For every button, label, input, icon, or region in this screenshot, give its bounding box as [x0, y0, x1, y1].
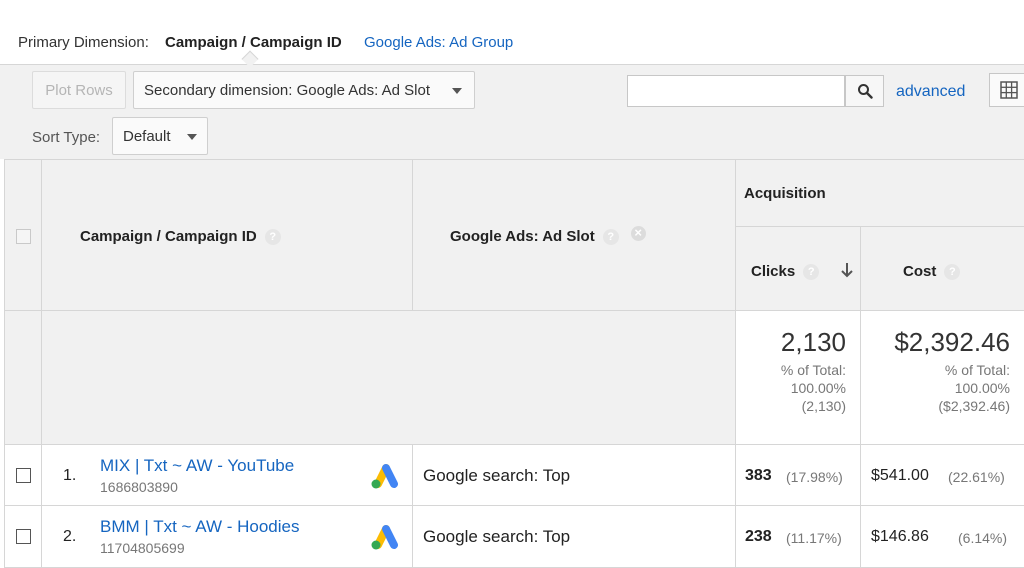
acquisition-group-header: Acquisition: [736, 159, 1024, 227]
help-icon[interactable]: ?: [602, 229, 619, 246]
cost-value: $146.86: [871, 528, 929, 545]
total-clicks-abs: (2,130): [801, 398, 846, 414]
row-number: 2.: [63, 528, 77, 545]
search-button[interactable]: [845, 75, 884, 107]
help-icon[interactable]: ?: [264, 229, 281, 246]
ad-slot-column-label: Google Ads: Ad Slot: [450, 228, 595, 245]
totals-label-cell: [42, 311, 736, 445]
totals-cost-cell: $2,392.46 % of Total: 100.00% ($2,392.46…: [861, 311, 1024, 445]
sort-down-arrow-icon[interactable]: [840, 262, 854, 278]
cost-pct: (22.61%): [948, 469, 1005, 485]
table-view-button[interactable]: [989, 73, 1024, 107]
total-cost-pct: 100.00%: [954, 380, 1010, 396]
plot-rows-button[interactable]: Plot Rows: [32, 71, 126, 109]
clicks-value: 383: [745, 467, 772, 484]
row-number: 1.: [63, 467, 77, 484]
clicks-value: 238: [745, 528, 772, 545]
campaign-link[interactable]: MIX | Txt ~ AW - YouTube: [100, 456, 294, 476]
table-row: 2. BMM | Txt ~ AW - Hoodies 11704805699: [42, 506, 413, 568]
total-clicks-value: 2,130: [780, 327, 846, 357]
header-clicks-cell: Clicks?: [736, 227, 861, 311]
header-cost-cell: Cost?: [861, 227, 1024, 311]
table-row: 1. MIX | Txt ~ AW - YouTube 1686803890: [42, 445, 413, 506]
help-icon[interactable]: ?: [944, 264, 961, 281]
total-clicks-summary: % of Total: 100.00% (2,130): [781, 361, 846, 415]
cost-column-label: Cost: [903, 263, 937, 280]
header-campaign-cell: Campaign / Campaign ID?: [42, 159, 413, 311]
ad-slot-cell: Google search: Top: [413, 506, 736, 568]
totals-clicks-cell: 2,130 % of Total: 100.00% (2,130): [736, 311, 861, 445]
primary-dimension-bar: Primary Dimension: Campaign / Campaign I…: [0, 0, 1024, 68]
total-cost-abs: ($2,392.46): [938, 398, 1010, 414]
cost-cell: $146.86 (6.14%): [861, 506, 1024, 568]
clicks-cell: 238 (11.17%): [736, 506, 861, 568]
row-checkbox[interactable]: [16, 529, 31, 544]
campaign-link[interactable]: BMM | Txt ~ AW - Hoodies: [100, 517, 300, 537]
campaign-column-header[interactable]: Campaign / Campaign ID?: [80, 228, 281, 246]
row-select-cell: [4, 445, 42, 506]
ad-slot-value: Google search: Top: [423, 466, 571, 485]
google-ads-logo-icon: [371, 464, 398, 489]
search-icon: [857, 84, 873, 99]
campaign-column-label: Campaign / Campaign ID: [80, 228, 257, 245]
primary-dimension-campaign[interactable]: Campaign / Campaign ID: [165, 34, 342, 51]
cost-pct: (6.14%): [958, 530, 1008, 546]
totals-select-cell: [4, 311, 42, 445]
table-grid-icon: [1000, 81, 1018, 99]
total-cost-value: $2,392.46: [894, 327, 1010, 357]
ad-slot-value: Google search: Top: [423, 527, 571, 546]
campaign-id: 1686803890: [100, 479, 178, 495]
total-clicks-pct: 100.00%: [790, 380, 846, 396]
total-cost-pct-label: % of Total:: [944, 362, 1010, 378]
total-cost-summary: % of Total: 100.00% ($2,392.46): [938, 361, 1010, 415]
campaign-id: 11704805699: [100, 540, 185, 556]
clicks-pct: (17.98%): [786, 469, 843, 485]
row-checkbox[interactable]: [16, 468, 31, 483]
search-input[interactable]: [627, 75, 845, 107]
cost-cell: $541.00 (22.61%): [861, 445, 1024, 506]
cost-column-header[interactable]: Cost?: [903, 263, 961, 281]
primary-dimension-label: Primary Dimension:: [18, 34, 149, 51]
sort-type-label: Sort Type:: [32, 129, 101, 146]
primary-dimension-ad-group-link[interactable]: Google Ads: Ad Group: [364, 34, 513, 51]
row-select-cell: [4, 506, 42, 568]
secondary-dimension-label: Secondary dimension: Google Ads: Ad Slot: [144, 81, 431, 99]
clicks-pct: (11.17%): [786, 530, 842, 546]
chevron-down-icon: [187, 134, 197, 140]
clicks-column-label: Clicks: [751, 263, 796, 280]
plot-rows-label: Plot Rows: [45, 81, 113, 99]
secondary-dimension-select[interactable]: Secondary dimension: Google Ads: Ad Slot: [133, 71, 475, 109]
sort-type-select[interactable]: Default: [112, 117, 208, 155]
acquisition-label: Acquisition: [744, 185, 826, 202]
chevron-down-icon: [452, 88, 462, 94]
cost-value: $541.00: [871, 467, 929, 484]
clicks-cell: 383 (17.98%): [736, 445, 861, 506]
remove-dimension-icon[interactable]: ×: [630, 225, 646, 241]
ad-slot-column-header[interactable]: Google Ads: Ad Slot? ×: [450, 225, 646, 246]
ad-slot-cell: Google search: Top: [413, 445, 736, 506]
report-toolbar: Plot Rows Secondary dimension: Google Ad…: [0, 64, 1024, 159]
advanced-filter-link[interactable]: advanced: [896, 83, 965, 101]
select-all-checkbox[interactable]: [16, 229, 31, 244]
total-clicks-pct-label: % of Total:: [780, 362, 846, 378]
header-select-cell: [4, 159, 42, 311]
clicks-column-header[interactable]: Clicks?: [751, 263, 820, 281]
google-ads-logo-icon: [371, 525, 398, 550]
header-ad-slot-cell: Google Ads: Ad Slot? ×: [413, 159, 736, 311]
sort-type-value: Default: [123, 127, 171, 145]
help-icon[interactable]: ?: [803, 264, 820, 281]
